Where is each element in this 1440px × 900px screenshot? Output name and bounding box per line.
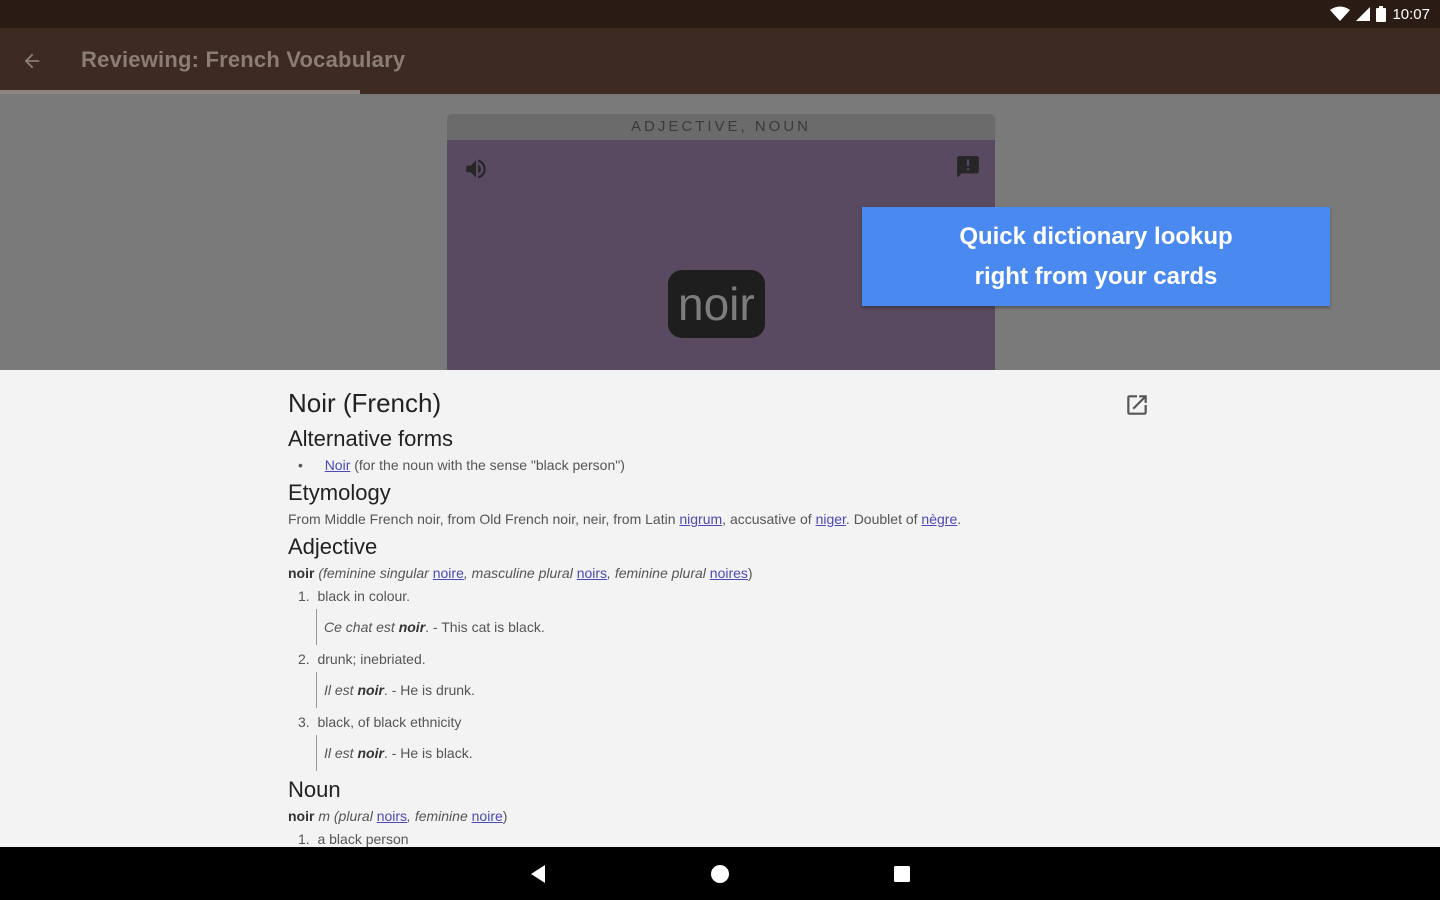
adjective-head-line: noir (feminine singular noire, masculine… <box>288 565 753 581</box>
inflection-part: , feminine <box>407 808 472 824</box>
link-noir[interactable]: Noir <box>325 457 351 473</box>
screen-title: Reviewing: French Vocabulary <box>81 47 406 72</box>
cell-signal-icon <box>1356 7 1371 21</box>
example-bold: noir <box>357 682 384 698</box>
back-button[interactable] <box>14 44 50 78</box>
arrow-left-icon <box>24 53 40 69</box>
sense-number: 3. <box>298 714 310 730</box>
battery-icon <box>1376 6 1387 22</box>
head-word: noir <box>288 565 315 581</box>
heading-adjective: Adjective <box>288 534 378 559</box>
sense-definition: a black person <box>317 831 409 847</box>
link-nigrum[interactable]: nigrum <box>679 511 722 527</box>
circle-home-icon[interactable] <box>707 861 733 887</box>
card-category-label: ADJECTIVE, NOUN <box>447 114 995 140</box>
etymology-part: , accusative of <box>722 511 816 527</box>
example-part: . - He is drunk. <box>383 682 475 698</box>
alternative-form-item: • Noir (for the noun with the sense "bla… <box>298 457 625 473</box>
link-noire[interactable]: noire <box>433 565 464 581</box>
sense-item: 1. black in colour. <box>298 588 410 604</box>
sense-item: 2. drunk; inebriated. <box>298 651 426 667</box>
inflection-part: , feminine plural <box>607 565 710 581</box>
inflection-part: ) <box>502 808 508 824</box>
bullet: • <box>298 457 303 473</box>
inflection-part: (feminine singular <box>314 565 433 581</box>
example-bold: noir <box>357 745 384 761</box>
feature-tooltip: Quick dictionary lookup right from your … <box>862 207 1330 306</box>
sense-definition: black in colour. <box>317 588 411 604</box>
sense-number: 1. <box>298 831 310 847</box>
tooltip-line-1: Quick dictionary lookup <box>959 223 1233 250</box>
open-external-icon[interactable] <box>1124 392 1150 418</box>
noun-head-line: noir m (plural noirs, feminine noire) <box>288 808 507 824</box>
inflection-part: ) <box>747 565 753 581</box>
sense-item: 3. black, of black ethnicity <box>298 714 461 730</box>
usage-example: Il est noir. - He is black. <box>316 735 473 771</box>
link-noires[interactable]: noires <box>710 565 748 581</box>
heading-noun: Noun <box>288 777 341 802</box>
comment-icon[interactable] <box>955 154 981 180</box>
link-noire[interactable]: noire <box>472 808 503 824</box>
example-part: Ce chat est <box>324 619 399 635</box>
status-bar: 10:07 <box>0 0 1440 28</box>
alternative-form-note: (for the noun with the sense "black pers… <box>350 457 625 473</box>
card-word: noir <box>668 270 765 338</box>
link-niger[interactable]: niger <box>816 511 846 527</box>
etymology-part: From Middle French noir, from Old French… <box>288 511 680 527</box>
inflection-part: , masculine plural <box>463 565 577 581</box>
etymology-part: . Doublet of <box>845 511 922 527</box>
tooltip-line-2: right from your cards <box>974 263 1218 290</box>
status-icons: 10:07 <box>1330 5 1430 23</box>
link-noirs[interactable]: noirs <box>577 565 607 581</box>
wifi-icon <box>1330 6 1351 21</box>
example-part: . - He is black. <box>383 745 473 761</box>
etymology-part: . <box>957 511 962 527</box>
heading-alternative-forms: Alternative forms <box>288 426 454 451</box>
usage-example: Ce chat est noir. - This cat is black. <box>316 609 545 645</box>
example-part: Il est <box>324 745 358 761</box>
example-part: Il est <box>324 682 358 698</box>
usage-example: Il est noir. - He is drunk. <box>316 672 475 708</box>
status-time: 10:07 <box>1392 5 1430 23</box>
inflection-part: m (plural <box>314 808 377 824</box>
dictionary-panel[interactable]: Noir (French) Alternative forms • Noir (… <box>0 370 1440 847</box>
link-noirs[interactable]: noirs <box>377 808 407 824</box>
sense-definition: black, of black ethnicity <box>317 714 462 730</box>
app-bar: Reviewing: French Vocabulary <box>0 28 1440 94</box>
speaker-icon[interactable] <box>463 156 489 182</box>
sense-item: 1. a black person <box>298 831 409 847</box>
heading-etymology: Etymology <box>288 480 391 505</box>
example-part: . - This cat is black. <box>425 619 545 635</box>
example-bold: noir <box>398 619 426 635</box>
head-word: noir <box>288 808 315 824</box>
entry-title: Noir (French) <box>288 388 442 418</box>
triangle-back-icon[interactable] <box>526 861 552 887</box>
etymology-text: From Middle French noir, from Old French… <box>288 511 961 527</box>
sense-number: 1. <box>298 588 310 604</box>
square-recents-icon[interactable] <box>889 861 915 887</box>
sense-definition: drunk; inebriated. <box>317 651 426 667</box>
link-negre[interactable]: nègre <box>921 511 957 527</box>
system-nav-bar <box>0 847 1440 900</box>
sense-number: 2. <box>298 651 310 667</box>
